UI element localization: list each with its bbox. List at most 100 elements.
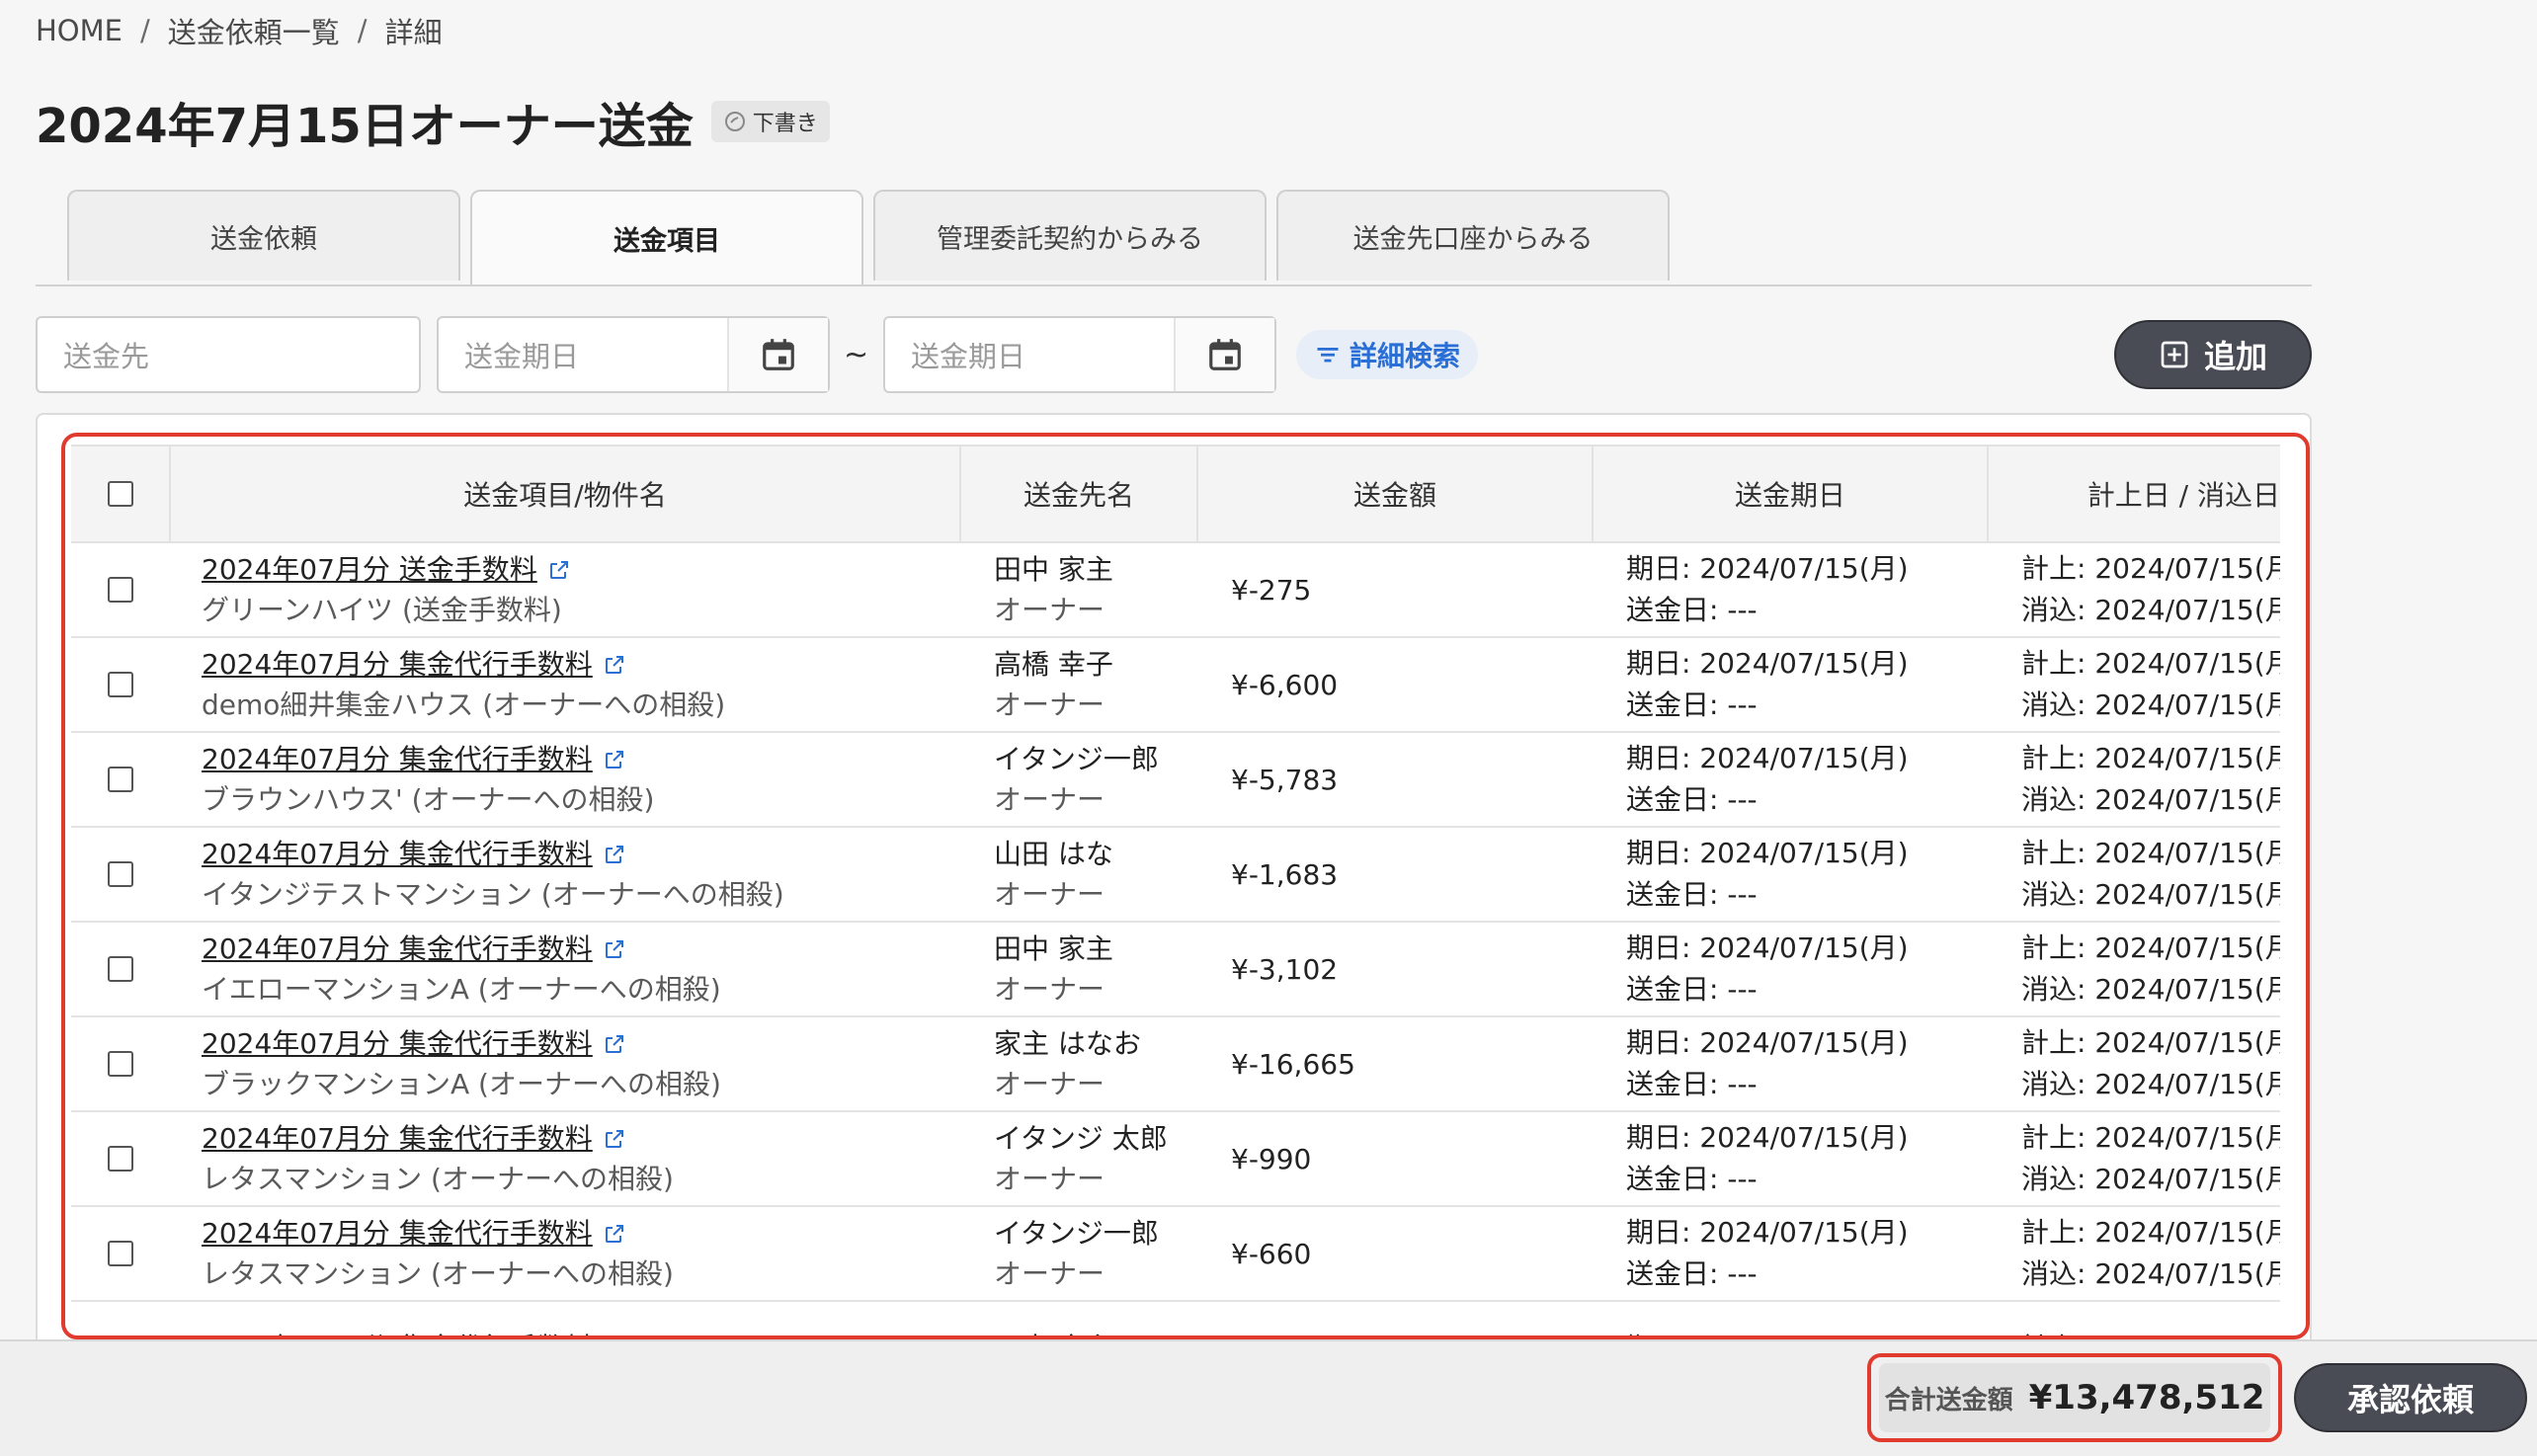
row-checkbox[interactable] — [108, 861, 133, 887]
item-link[interactable]: 2024年07月分 集金代行手数料 — [202, 648, 593, 681]
sent-date: 送金日: --- — [1626, 1257, 1758, 1290]
breadcrumb-separator: / — [139, 14, 150, 47]
booked-cleared-cell: 計上: 2024/07/15(月) 消込: 2024/07/15(月) — [1988, 1206, 2280, 1302]
row-checkbox[interactable] — [108, 1241, 133, 1266]
item-link[interactable]: 2024年07月分 集金代行手数料 — [202, 1122, 593, 1155]
plus-box-icon — [2161, 341, 2188, 368]
destination-cell: 田中 家主 オーナー — [960, 542, 1197, 638]
cleared-date: 消込: 2024/07/15(月) — [2021, 1163, 2280, 1195]
row-checkbox[interactable] — [108, 577, 133, 603]
cleared-date: 消込: 2024/07/15(月) — [2021, 688, 2280, 721]
external-link-icon[interactable] — [603, 843, 626, 866]
item-link[interactable]: 2024年07月分 集金代行手数料 — [202, 1027, 593, 1060]
external-link-icon[interactable] — [547, 558, 571, 582]
row-checkbox[interactable] — [108, 767, 133, 792]
row-checkbox[interactable] — [108, 1051, 133, 1077]
breadcrumb-detail: 詳細 — [384, 16, 443, 49]
tab-remittance-items[interactable]: 送金項目 — [470, 190, 863, 284]
column-header-amount: 送金額 — [1197, 445, 1594, 543]
external-link-icon[interactable] — [603, 1127, 626, 1151]
due-date: 期日: 2024/07/15(月) — [1626, 837, 1909, 869]
add-button[interactable]: 追加 — [2114, 320, 2312, 389]
breadcrumb-home[interactable]: HOME — [36, 14, 123, 47]
calendar-icon[interactable] — [1174, 318, 1274, 391]
due-date: 期日: 2024/07/15(月) — [1626, 931, 1909, 964]
table-row: 2024年07月分 集金代行手数料 ブラウンハウス' (オーナーへの相殺) イタンジ… — [71, 732, 2280, 828]
destination-search-input[interactable]: 送金先 — [36, 316, 421, 393]
items-table-scroll[interactable]: 送金項目/物件名 送金先名 送金額 送金期日 計上日 / 消込日 2024年07… — [71, 445, 2280, 1452]
destination-cell: 田中 家主 オーナー — [960, 922, 1197, 1017]
booked-date: 計上: 2024/07/15(月) — [2021, 1216, 2280, 1249]
external-link-icon[interactable] — [603, 1222, 626, 1246]
item-link[interactable]: 2024年07月分 集金代行手数料 — [202, 838, 593, 870]
external-link-icon[interactable] — [603, 937, 626, 961]
sent-date: 送金日: --- — [1626, 878, 1758, 911]
destination-role: オーナー — [994, 1163, 1105, 1195]
approval-request-button[interactable]: 承認依頼 — [2294, 1363, 2527, 1432]
destination-cell: イタンジ一郎 オーナー — [960, 732, 1197, 828]
item-link[interactable]: 2024年07月分 集金代行手数料 — [202, 743, 593, 775]
sent-date: 送金日: --- — [1626, 688, 1758, 721]
breadcrumb: HOME / 送金依頼一覧 / 詳細 — [36, 10, 443, 51]
booked-date: 計上: 2024/07/15(月) — [2021, 931, 2280, 964]
date-range-separator: ~ — [844, 338, 869, 372]
tab-remittance-request[interactable]: 送金依頼 — [67, 190, 460, 281]
booked-cleared-cell: 計上: 2024/07/15(月) 消込: 2024/07/15(月) — [1988, 827, 2280, 923]
cleared-date: 消込: 2024/07/15(月) — [2021, 594, 2280, 626]
total-amount-value: ¥13,478,512 — [2028, 1378, 2265, 1417]
external-link-icon[interactable] — [603, 1032, 626, 1056]
advanced-search-button[interactable]: 詳細検索 — [1296, 330, 1479, 379]
due-date-cell: 期日: 2024/07/15(月) 送金日: --- — [1593, 827, 1988, 923]
row-select-cell — [71, 732, 170, 828]
select-all-checkbox[interactable] — [107, 481, 133, 507]
column-header-booked-cleared: 計上日 / 消込日 — [1988, 445, 2280, 543]
item-link[interactable]: 2024年07月分 集金代行手数料 — [202, 1217, 593, 1250]
booked-date: 計上: 2024/07/15(月) — [2021, 837, 2280, 869]
destination-role: オーナー — [994, 878, 1105, 911]
destination-cell: 高橋 幸子 オーナー — [960, 637, 1197, 733]
destination-role: オーナー — [994, 1257, 1105, 1290]
booked-cleared-cell: 計上: 2024/07/15(月) 消込: 2024/07/15(月) — [1988, 637, 2280, 733]
amount-cell: ¥-990 — [1197, 1111, 1593, 1207]
table-row: 2024年07月分 集金代行手数料 demo細井集金ハウス (オーナーへの相殺) 高… — [71, 637, 2280, 733]
due-date-cell: 期日: 2024/07/15(月) 送金日: --- — [1593, 1111, 1988, 1207]
destination-name: 山田 はな — [994, 838, 1113, 870]
row-select-cell — [71, 827, 170, 923]
due-date-cell: 期日: 2024/07/15(月) 送金日: --- — [1593, 922, 1988, 1017]
period-from-input[interactable]: 送金期日 — [437, 316, 830, 393]
tab-by-destination-account[interactable]: 送金先口座からみる — [1276, 190, 1670, 281]
breadcrumb-remittance-list[interactable]: 送金依頼一覧 — [168, 10, 340, 51]
calendar-icon[interactable] — [727, 318, 828, 391]
due-date: 期日: 2024/07/15(月) — [1626, 647, 1909, 680]
item-link[interactable]: 2024年07月分 送金手数料 — [202, 553, 537, 586]
period-to-placeholder: 送金期日 — [911, 340, 1026, 373]
destination-cell: 山田 はな オーナー — [960, 827, 1197, 923]
external-link-icon[interactable] — [603, 748, 626, 771]
total-amount-highlight: 合計送金額 ¥13,478,512 — [1867, 1353, 2282, 1442]
row-select-cell — [71, 637, 170, 733]
row-checkbox[interactable] — [108, 956, 133, 982]
title-row: 2024年7月15日オーナー送金 下書き — [36, 87, 830, 156]
destination-name: 田中 家主 — [994, 553, 1113, 586]
cleared-date: 消込: 2024/07/15(月) — [2021, 1068, 2280, 1100]
period-to-input[interactable]: 送金期日 — [883, 316, 1276, 393]
tab-by-management-contract[interactable]: 管理委託契約からみる — [873, 190, 1267, 281]
item-cell: 2024年07月分 集金代行手数料 レタスマンション (オーナーへの相殺) — [170, 1206, 960, 1302]
external-link-icon[interactable] — [603, 653, 626, 677]
booked-date: 計上: 2024/07/15(月) — [2021, 1026, 2280, 1059]
booked-date: 計上: 2024/07/15(月) — [2021, 1121, 2280, 1154]
booked-cleared-cell: 計上: 2024/07/15(月) 消込: 2024/07/15(月) — [1988, 542, 2280, 638]
due-date-cell: 期日: 2024/07/15(月) 送金日: --- — [1593, 637, 1988, 733]
amount-cell: ¥-3,102 — [1197, 922, 1593, 1017]
destination-cell: イタンジ一郎 オーナー — [960, 1206, 1197, 1302]
due-date: 期日: 2024/07/15(月) — [1626, 552, 1909, 585]
amount-cell: ¥-6,600 — [1197, 637, 1593, 733]
amount-cell: ¥-16,665 — [1197, 1016, 1593, 1112]
row-checkbox[interactable] — [108, 1146, 133, 1172]
period-from-placeholder: 送金期日 — [464, 340, 580, 373]
filter-bar: 送金先 送金期日 ~ 送金期日 詳細検索 追加 — [36, 316, 2312, 395]
due-date: 期日: 2024/07/15(月) — [1626, 742, 1909, 774]
row-checkbox[interactable] — [108, 672, 133, 697]
item-link[interactable]: 2024年07月分 集金代行手数料 — [202, 932, 593, 965]
due-date-cell: 期日: 2024/07/15(月) 送金日: --- — [1593, 732, 1988, 828]
